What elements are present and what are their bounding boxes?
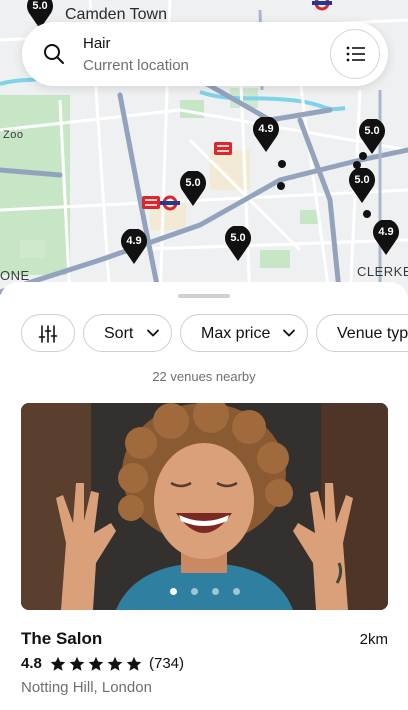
chevron-down-icon <box>283 329 295 337</box>
map-label-zoo: Zoo <box>3 129 24 141</box>
search-location: Current location <box>83 57 189 74</box>
filters-button[interactable] <box>21 314 75 352</box>
carousel-dot[interactable] <box>211 588 219 595</box>
venue-photo-image <box>21 403 388 610</box>
venue-pin[interactable]: 5.0 <box>349 168 375 204</box>
max-price-label: Max price <box>201 325 271 342</box>
venue-rating: 4.8 <box>21 655 42 672</box>
rail-icon <box>142 196 160 209</box>
carousel-dot[interactable] <box>190 588 198 595</box>
list-icon <box>346 46 365 62</box>
venue-card[interactable]: The Salon 2km 4.8 (734) Notting Hill, Lo… <box>21 403 388 696</box>
venue-location: Notting Hill, London <box>21 679 152 696</box>
photo-carousel-indicator[interactable] <box>21 582 388 595</box>
map-label-clerkenwell: CLERKE <box>357 264 408 279</box>
venue-type-label: Venue typ <box>337 325 408 342</box>
venue-dot[interactable] <box>278 160 286 168</box>
venue-pin[interactable]: 5.0 <box>225 226 251 262</box>
venue-dot[interactable] <box>359 152 367 160</box>
star-rating-icon <box>50 656 142 671</box>
venue-pin[interactable]: 4.9 <box>121 229 147 265</box>
results-sheet: Sort Max price Venue typ 22 venues nearb… <box>0 282 408 710</box>
venue-name: The Salon <box>21 629 103 648</box>
venue-dot[interactable] <box>353 161 361 169</box>
carousel-dot[interactable] <box>169 588 177 595</box>
max-price-dropdown[interactable]: Max price <box>180 314 308 352</box>
sliders-icon <box>38 325 58 343</box>
search-bar[interactable]: Hair Current location <box>22 22 388 86</box>
chevron-down-icon <box>147 329 159 337</box>
venue-pin[interactable]: 4.9 <box>373 220 399 256</box>
venue-dot[interactable] <box>363 210 371 218</box>
underground-icon <box>312 0 332 11</box>
venue-distance: 2km <box>359 631 388 648</box>
venue-type-dropdown[interactable]: Venue typ <box>316 314 408 352</box>
rail-icon <box>214 142 232 155</box>
sort-dropdown[interactable]: Sort <box>83 314 172 352</box>
results-count: 22 venues nearby <box>152 369 256 384</box>
venue-photo[interactable] <box>21 403 388 610</box>
venue-pin[interactable]: 5.0 <box>180 171 206 207</box>
sort-label: Sort <box>104 325 134 342</box>
venue-review-count: (734) <box>149 655 185 672</box>
venue-dot[interactable] <box>277 182 285 190</box>
search-icon <box>44 44 64 64</box>
carousel-dot[interactable] <box>232 588 240 595</box>
venue-pin[interactable]: 5.0 <box>359 119 385 155</box>
venue-pin[interactable]: 4.9 <box>253 117 279 153</box>
search-query: Hair <box>83 35 111 52</box>
sheet-drag-handle[interactable] <box>178 294 230 298</box>
map-label-one: ONE <box>0 268 30 283</box>
list-view-button[interactable] <box>330 29 380 79</box>
